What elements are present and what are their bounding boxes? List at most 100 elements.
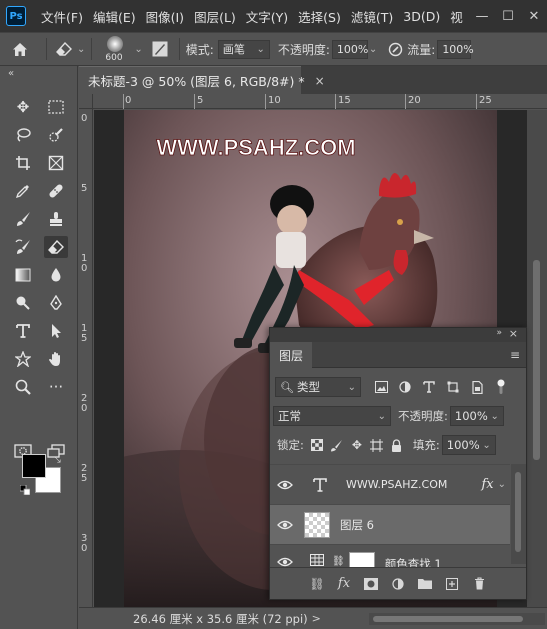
menu-layer[interactable]: 图层(L) [189, 7, 241, 26]
clone-stamp-tool-icon[interactable] [44, 208, 68, 230]
layer-opacity-input[interactable]: 100% ⌄ [449, 406, 504, 426]
pressure-opacity-icon[interactable] [383, 42, 407, 57]
horizontal-scrollbar-thumb[interactable] [373, 616, 523, 622]
blur-tool-icon[interactable] [44, 264, 68, 286]
horizontal-ruler[interactable]: 0 5 10 15 20 25 [93, 94, 547, 109]
opacity-slider-chevron-icon[interactable]: ⌄ [369, 44, 377, 55]
maximize-button[interactable]: ☐ [495, 0, 521, 32]
lasso-tool-icon[interactable] [11, 124, 35, 146]
menu-select[interactable]: 选择(S) [293, 7, 346, 26]
menu-type[interactable]: 文字(Y) [241, 7, 293, 26]
blend-mode-select[interactable]: 正常 ⌄ [273, 406, 391, 426]
filter-kind-select[interactable]: 🔍︎ 类型 ⌄ [275, 377, 361, 397]
vertical-scrollbar-thumb[interactable] [533, 260, 540, 460]
visibility-eye-icon[interactable] [270, 520, 300, 530]
default-colors-icon[interactable] [19, 484, 31, 496]
lock-all-icon[interactable] [387, 438, 407, 452]
add-layer-style-icon[interactable]: fx [335, 576, 353, 591]
mode-select[interactable]: 画笔 ⌄ [217, 39, 270, 59]
menu-filter[interactable]: 滤镜(T) [346, 7, 398, 26]
brush-tool-icon[interactable] [11, 208, 35, 230]
opacity-input[interactable]: 100% [331, 39, 368, 59]
lock-position-icon[interactable]: ✥ [347, 438, 367, 452]
filter-toggle-icon[interactable] [491, 379, 511, 395]
collapse-toolbar-icon[interactable]: « [8, 68, 14, 79]
visibility-eye-icon[interactable] [270, 480, 300, 490]
new-layer-icon[interactable] [443, 577, 461, 590]
flow-input[interactable]: 100% [437, 39, 474, 59]
new-adjustment-layer-icon[interactable] [389, 577, 407, 590]
fill-input[interactable]: 100% ⌄ [441, 435, 496, 455]
frame-tool-icon[interactable] [44, 152, 68, 174]
collapse-panel-icon[interactable]: » [496, 328, 502, 338]
marquee-tool-icon[interactable] [44, 96, 68, 118]
close-document-icon[interactable]: × [315, 74, 325, 88]
close-button[interactable]: ✕ [521, 0, 547, 32]
filter-type-layers-icon[interactable] [419, 381, 439, 393]
brush-settings-icon[interactable] [147, 41, 173, 57]
more-tools-icon[interactable]: ··· [44, 376, 68, 398]
menu-file[interactable]: 文件(F) [36, 7, 88, 26]
add-layer-mask-icon[interactable] [362, 577, 380, 590]
filter-smart-objects-icon[interactable] [467, 380, 487, 394]
filter-shape-layers-icon[interactable] [443, 381, 463, 393]
visibility-eye-icon[interactable] [270, 557, 300, 567]
history-brush-tool-icon[interactable] [11, 236, 35, 258]
layers-scrollbar-thumb[interactable] [515, 472, 521, 552]
menu-view[interactable]: 视 [445, 7, 468, 26]
lock-artboard-icon[interactable] [367, 438, 387, 452]
quick-selection-tool-icon[interactable] [44, 124, 68, 146]
ruler-label: 5 [197, 95, 204, 106]
hand-tool-icon[interactable] [44, 348, 68, 370]
panel-header-strip[interactable]: » × [270, 327, 526, 342]
layer-row-text[interactable]: WWW.PSAHZ.COM fx ⌄ [270, 464, 510, 504]
zoom-tool-icon[interactable] [11, 376, 35, 398]
document-tab[interactable]: 未标题-3 @ 50% (图层 6, RGB/8#) * × [79, 66, 325, 94]
filter-pixel-layers-icon[interactable] [371, 381, 391, 393]
layer-effects-icon[interactable]: fx [481, 477, 493, 492]
chevron-down-icon: ⌄ [256, 43, 265, 55]
menu-image[interactable]: 图像(I) [141, 7, 189, 26]
minimize-button[interactable]: — [469, 0, 495, 32]
foreground-color-swatch[interactable] [22, 454, 46, 478]
move-tool-icon[interactable]: ✥ [11, 96, 35, 118]
healing-brush-tool-icon[interactable] [44, 180, 68, 202]
menu-edit[interactable]: 编辑(E) [88, 7, 141, 26]
brush-picker-chevron-icon[interactable]: ⌄ [134, 44, 142, 55]
gradient-tool-icon[interactable] [11, 264, 35, 286]
layer-row-pixel-selected[interactable]: 图层 6 [270, 504, 510, 544]
layer-row-adjustment[interactable]: ⛓ 颜色查找 1 [270, 544, 510, 568]
layers-scrollbar[interactable] [511, 464, 526, 564]
ruler-label: 5 [81, 333, 88, 344]
ruler-origin[interactable] [79, 94, 93, 109]
home-icon[interactable] [0, 42, 40, 57]
close-panel-icon[interactable]: × [509, 327, 518, 340]
vertical-scrollbar[interactable] [527, 110, 547, 607]
horizontal-scrollbar[interactable] [369, 613, 545, 625]
menu-3d[interactable]: 3D(D) [398, 9, 445, 24]
eraser-tool-icon[interactable] [53, 42, 75, 56]
new-group-icon[interactable] [416, 578, 434, 589]
brush-preset-picker[interactable]: 600 [98, 34, 132, 64]
eyedropper-tool-icon[interactable] [11, 180, 35, 202]
screen-mode-icon[interactable] [44, 440, 68, 462]
tool-preset-chevron-icon[interactable]: ⌄ [77, 44, 85, 55]
eraser-tool-icon[interactable] [44, 236, 68, 258]
tab-layers[interactable]: 图层 [270, 342, 312, 368]
status-menu-arrow-icon[interactable]: > [312, 612, 321, 625]
link-layers-icon[interactable]: ⛓ [308, 577, 326, 591]
dodge-tool-icon[interactable] [11, 292, 35, 314]
lock-image-pixels-icon[interactable] [327, 439, 347, 452]
delete-layer-icon[interactable] [470, 577, 488, 590]
custom-shape-tool-icon[interactable] [11, 348, 35, 370]
filter-adjustment-layers-icon[interactable] [395, 381, 415, 393]
ruler-label: 0 [81, 113, 88, 124]
expand-effects-chevron-icon[interactable]: ⌄ [498, 479, 506, 490]
path-selection-tool-icon[interactable] [44, 320, 68, 342]
vertical-ruler[interactable]: 0 5 1 0 1 5 2 0 2 5 3 0 [79, 109, 93, 609]
type-tool-icon[interactable] [11, 320, 35, 342]
lock-transparent-pixels-icon[interactable] [307, 439, 327, 451]
pen-tool-icon[interactable] [44, 292, 68, 314]
crop-tool-icon[interactable] [11, 152, 35, 174]
panel-menu-icon[interactable]: ≡ [510, 348, 520, 362]
